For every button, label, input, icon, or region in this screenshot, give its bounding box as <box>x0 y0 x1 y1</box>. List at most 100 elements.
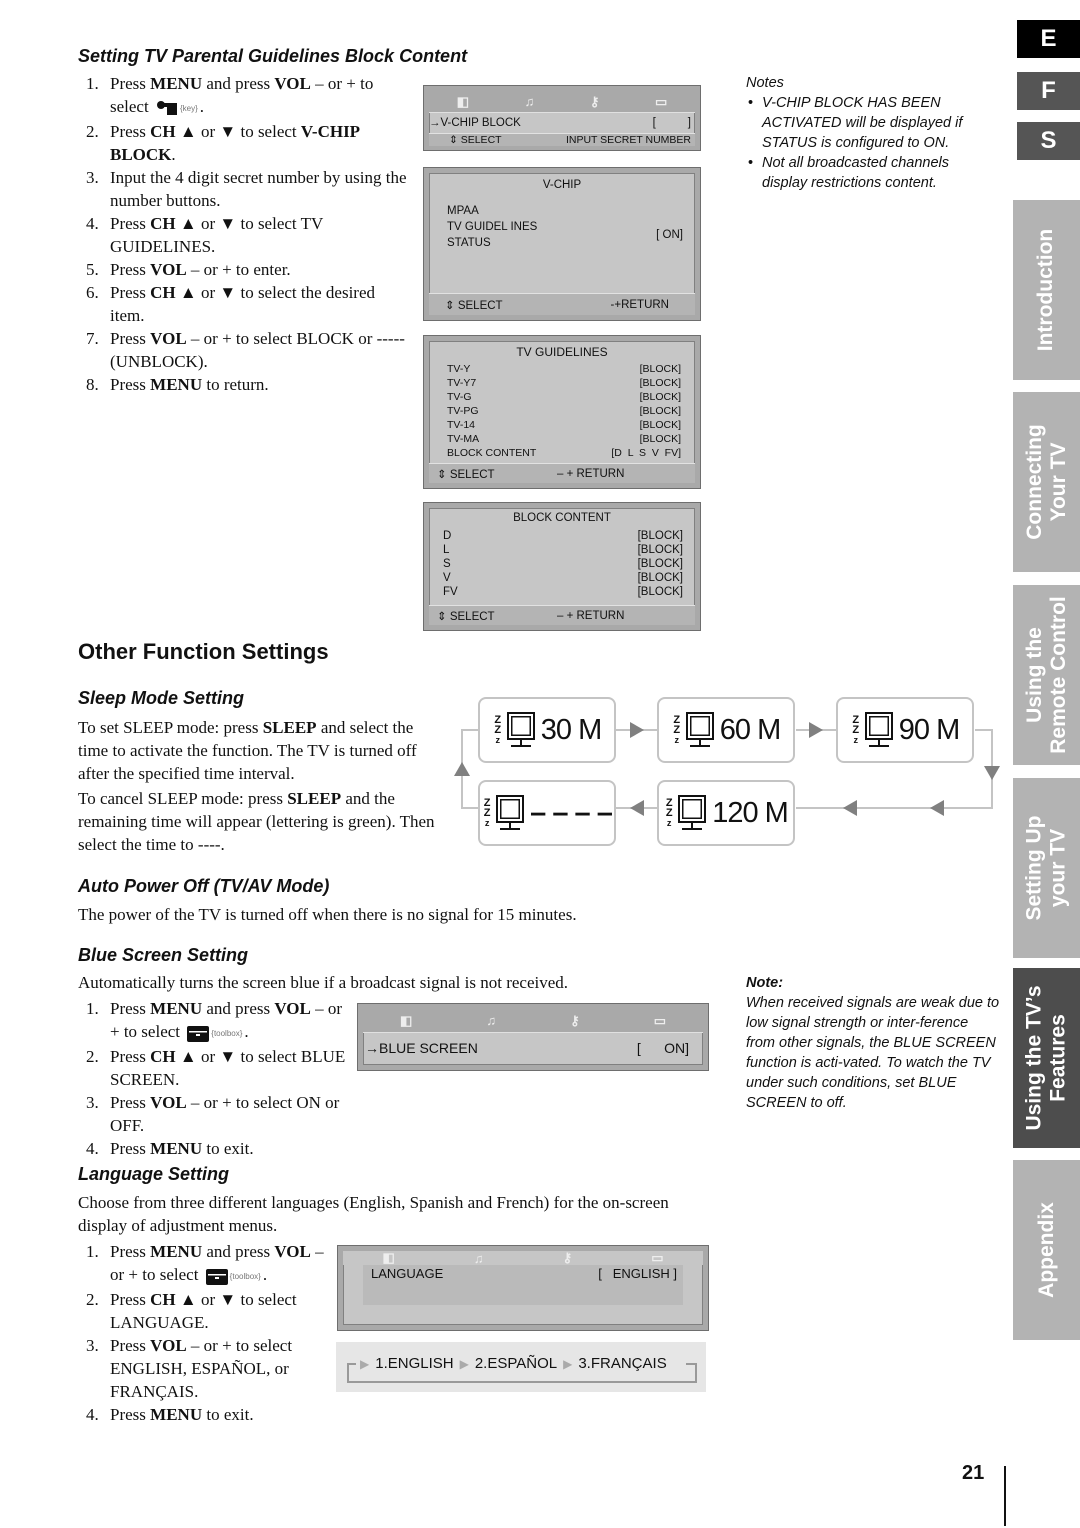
step-text: Press MENU and press VOL – or + to selec… <box>110 72 413 120</box>
arrow-right-icon: ▶ <box>563 1356 573 1371</box>
rating-value: [BLOCK] <box>639 377 681 389</box>
rating-value: [BLOCK] <box>639 363 681 375</box>
chapter-tab[interactable]: Introduction <box>1013 200 1080 380</box>
sleep-option-label: 30 M <box>540 713 602 746</box>
language-option: 2.ESPAÑOL <box>474 1355 558 1372</box>
language-tab-s[interactable]: S <box>1017 122 1080 160</box>
step-item: 3. Input the 4 digit secret number by usi… <box>78 166 413 212</box>
step-text: Press VOL – or + to select ON or OFF. <box>110 1092 340 1135</box>
rating-value: [BLOCK] <box>637 572 683 584</box>
step-item: 6. Press CH ▲ or ▼ to select the desired … <box>78 281 413 327</box>
sleep-option-box: Z Zz 90 M <box>836 697 974 763</box>
sleep-heading: Sleep Mode Setting <box>78 688 245 708</box>
step-number: 3. <box>86 1092 99 1112</box>
chapter-tab[interactable]: Setting Up your TV <box>1013 778 1080 958</box>
page-heading-other: Other Function Settings <box>78 639 329 664</box>
step-number: 7. <box>86 328 99 348</box>
rating-value: [BLOCK] <box>639 419 681 431</box>
language-option: 3.FRANÇAIS <box>578 1355 667 1372</box>
step-text: Press MENU to return. <box>110 374 269 394</box>
step-text: Press MENU to exit. <box>110 1404 254 1424</box>
menu-item: STATUS <box>447 237 491 249</box>
blue-screen-steps: 1. Press MENU and press VOL – or + to sel… <box>78 997 353 1160</box>
toolbox-icon: ▭ <box>653 1012 666 1028</box>
menu-title: BLOCK CONTENT <box>513 512 611 524</box>
sleep-option-box: Z Zz – – – – <box>478 780 616 846</box>
sleep-option-label: 120 M <box>712 796 789 829</box>
rating-label: TV-Y <box>447 363 471 375</box>
step-number: 3. <box>86 167 99 187</box>
note-item: Not all broadcasted channels display res… <box>746 153 996 193</box>
step-text: Press VOL – or + to select BLOCK or ----… <box>110 328 405 371</box>
language-menu: ◧ ♫ ⚷ ▭ LANGUAGE [ ENGLISH ] <box>338 1246 708 1330</box>
language-option: 1.ENGLISH <box>375 1355 454 1372</box>
rating-label: TV-14 <box>447 419 476 431</box>
rating-label: TV-MA <box>447 433 480 445</box>
step-number: 8. <box>86 374 99 394</box>
tv-icon <box>674 793 708 833</box>
step-number: 2. <box>86 1046 99 1066</box>
vchip-items: MPAA TV GUIDEL INES STATUS <box>447 203 537 251</box>
menu-value: [ ENGLISH ] <box>598 1265 677 1281</box>
step-item: 4. Press MENU to exit. <box>78 1403 336 1426</box>
step-item: 1. Press MENU and press VOL – or + to sel… <box>78 997 353 1045</box>
notes: Notes V-CHIP BLOCK HAS BEEN ACTIVATED wi… <box>746 73 996 193</box>
rating-label: FV <box>443 586 458 598</box>
step-text: Press CH ▲ or ▼ to select TV GUIDELINES. <box>110 213 323 256</box>
music-icon: ♫ <box>486 1013 497 1028</box>
menu-item: LANGUAGE <box>371 1265 444 1281</box>
chapter-tab[interactable]: Using the Remote Control <box>1013 585 1080 765</box>
menu-item: →V-CHIP BLOCK <box>429 117 521 129</box>
rating-label: BLOCK CONTENT <box>447 447 537 459</box>
picture-icon: ◧ <box>456 93 470 109</box>
rating-value: [BLOCK] <box>639 391 681 403</box>
chapter-tab-label: Appendix <box>1034 1202 1058 1298</box>
menu-row: TV-PG [BLOCK] <box>447 404 681 418</box>
tv-icon <box>861 710 895 750</box>
secret-hint: INPUT SECRET NUMBER <box>565 134 691 146</box>
note-item: V-CHIP BLOCK HAS BEEN ACTIVATED will be … <box>746 93 996 153</box>
return-hint: -+RETURN <box>610 298 669 311</box>
menu-row: D [BLOCK] <box>443 529 683 543</box>
menu-item: →BLUE SCREEN <box>365 1040 478 1056</box>
block-content-menu: BLOCK CONTENT D [BLOCK] L [BLOCK] S [BLOCK] V [… <box>424 503 700 630</box>
step-text: Press VOL – or + to enter. <box>110 259 291 279</box>
step-number: 4. <box>86 1404 99 1424</box>
section-heading-parental: Setting TV Parental Guidelines Block Con… <box>78 46 468 66</box>
rating-label: D <box>443 530 452 542</box>
step-text: Press CH ▲ or ▼ to select V-CHIP BLOCK. <box>110 121 360 164</box>
step-item: 3. Press VOL – or + to select ON or OFF. <box>78 1091 353 1137</box>
tv-guidelines-rows: TV-Y [BLOCK] TV-Y7 [BLOCK] TV-G [BLOCK] TV-PG [… <box>447 362 681 460</box>
step-text: Input the 4 digit secret number by using… <box>110 167 407 210</box>
step-text: Press MENU to exit. <box>110 1138 254 1158</box>
language-text: Choose from three different languages (E… <box>78 1193 669 1235</box>
chapter-tab[interactable]: Connecting Your TV <box>1013 392 1080 572</box>
arrow-right <box>630 722 644 738</box>
menu-row: FV [BLOCK] <box>443 585 683 599</box>
step-item: 2. Press CH ▲ or ▼ to select BLUE SCREEN. <box>78 1045 353 1091</box>
chapter-tab-label: Using the Remote Control <box>1022 596 1070 754</box>
language-heading: Language Setting <box>78 1164 230 1184</box>
sleep-z-icon: ZZz <box>673 714 681 746</box>
sleep-option-box: Z Zz 30 M <box>478 697 616 763</box>
divider <box>1004 1466 1006 1526</box>
rating-value: [BLOCK] <box>637 544 683 556</box>
sleep-text-set: To set SLEEP mode: press SLEEP and selec… <box>78 718 417 783</box>
select-hint: ⇕ SELECT <box>437 468 495 481</box>
return-hint: – + RETURN <box>557 609 625 622</box>
menu-row: TV-14 [BLOCK] <box>447 418 681 432</box>
chapter-tab[interactable]: Using the TV’s Features <box>1013 968 1080 1148</box>
step-item: 8. Press MENU to return. <box>78 373 413 396</box>
tv-guidelines-menu: TV GUIDELINES TV-Y [BLOCK] TV-Y7 [BLOCK] TV-… <box>424 336 700 488</box>
chapter-tab[interactable]: Appendix <box>1013 1160 1080 1340</box>
chapter-tab-label: Introduction <box>1034 228 1058 352</box>
music-icon: ♫ <box>524 94 535 109</box>
step-item: 2. Press CH ▲ or ▼ to select LANGUAGE. <box>78 1288 336 1334</box>
language-tab-e[interactable]: E <box>1017 20 1080 58</box>
language-tab-f[interactable]: F <box>1017 72 1080 110</box>
step-text: Press CH ▲ or ▼ to select LANGUAGE. <box>110 1289 297 1332</box>
tv-icon <box>682 710 716 750</box>
menu-item: TV GUIDEL INES <box>447 221 538 233</box>
rating-label: TV-PG <box>447 405 479 417</box>
sleep-z-icon: ZZz <box>852 714 860 746</box>
